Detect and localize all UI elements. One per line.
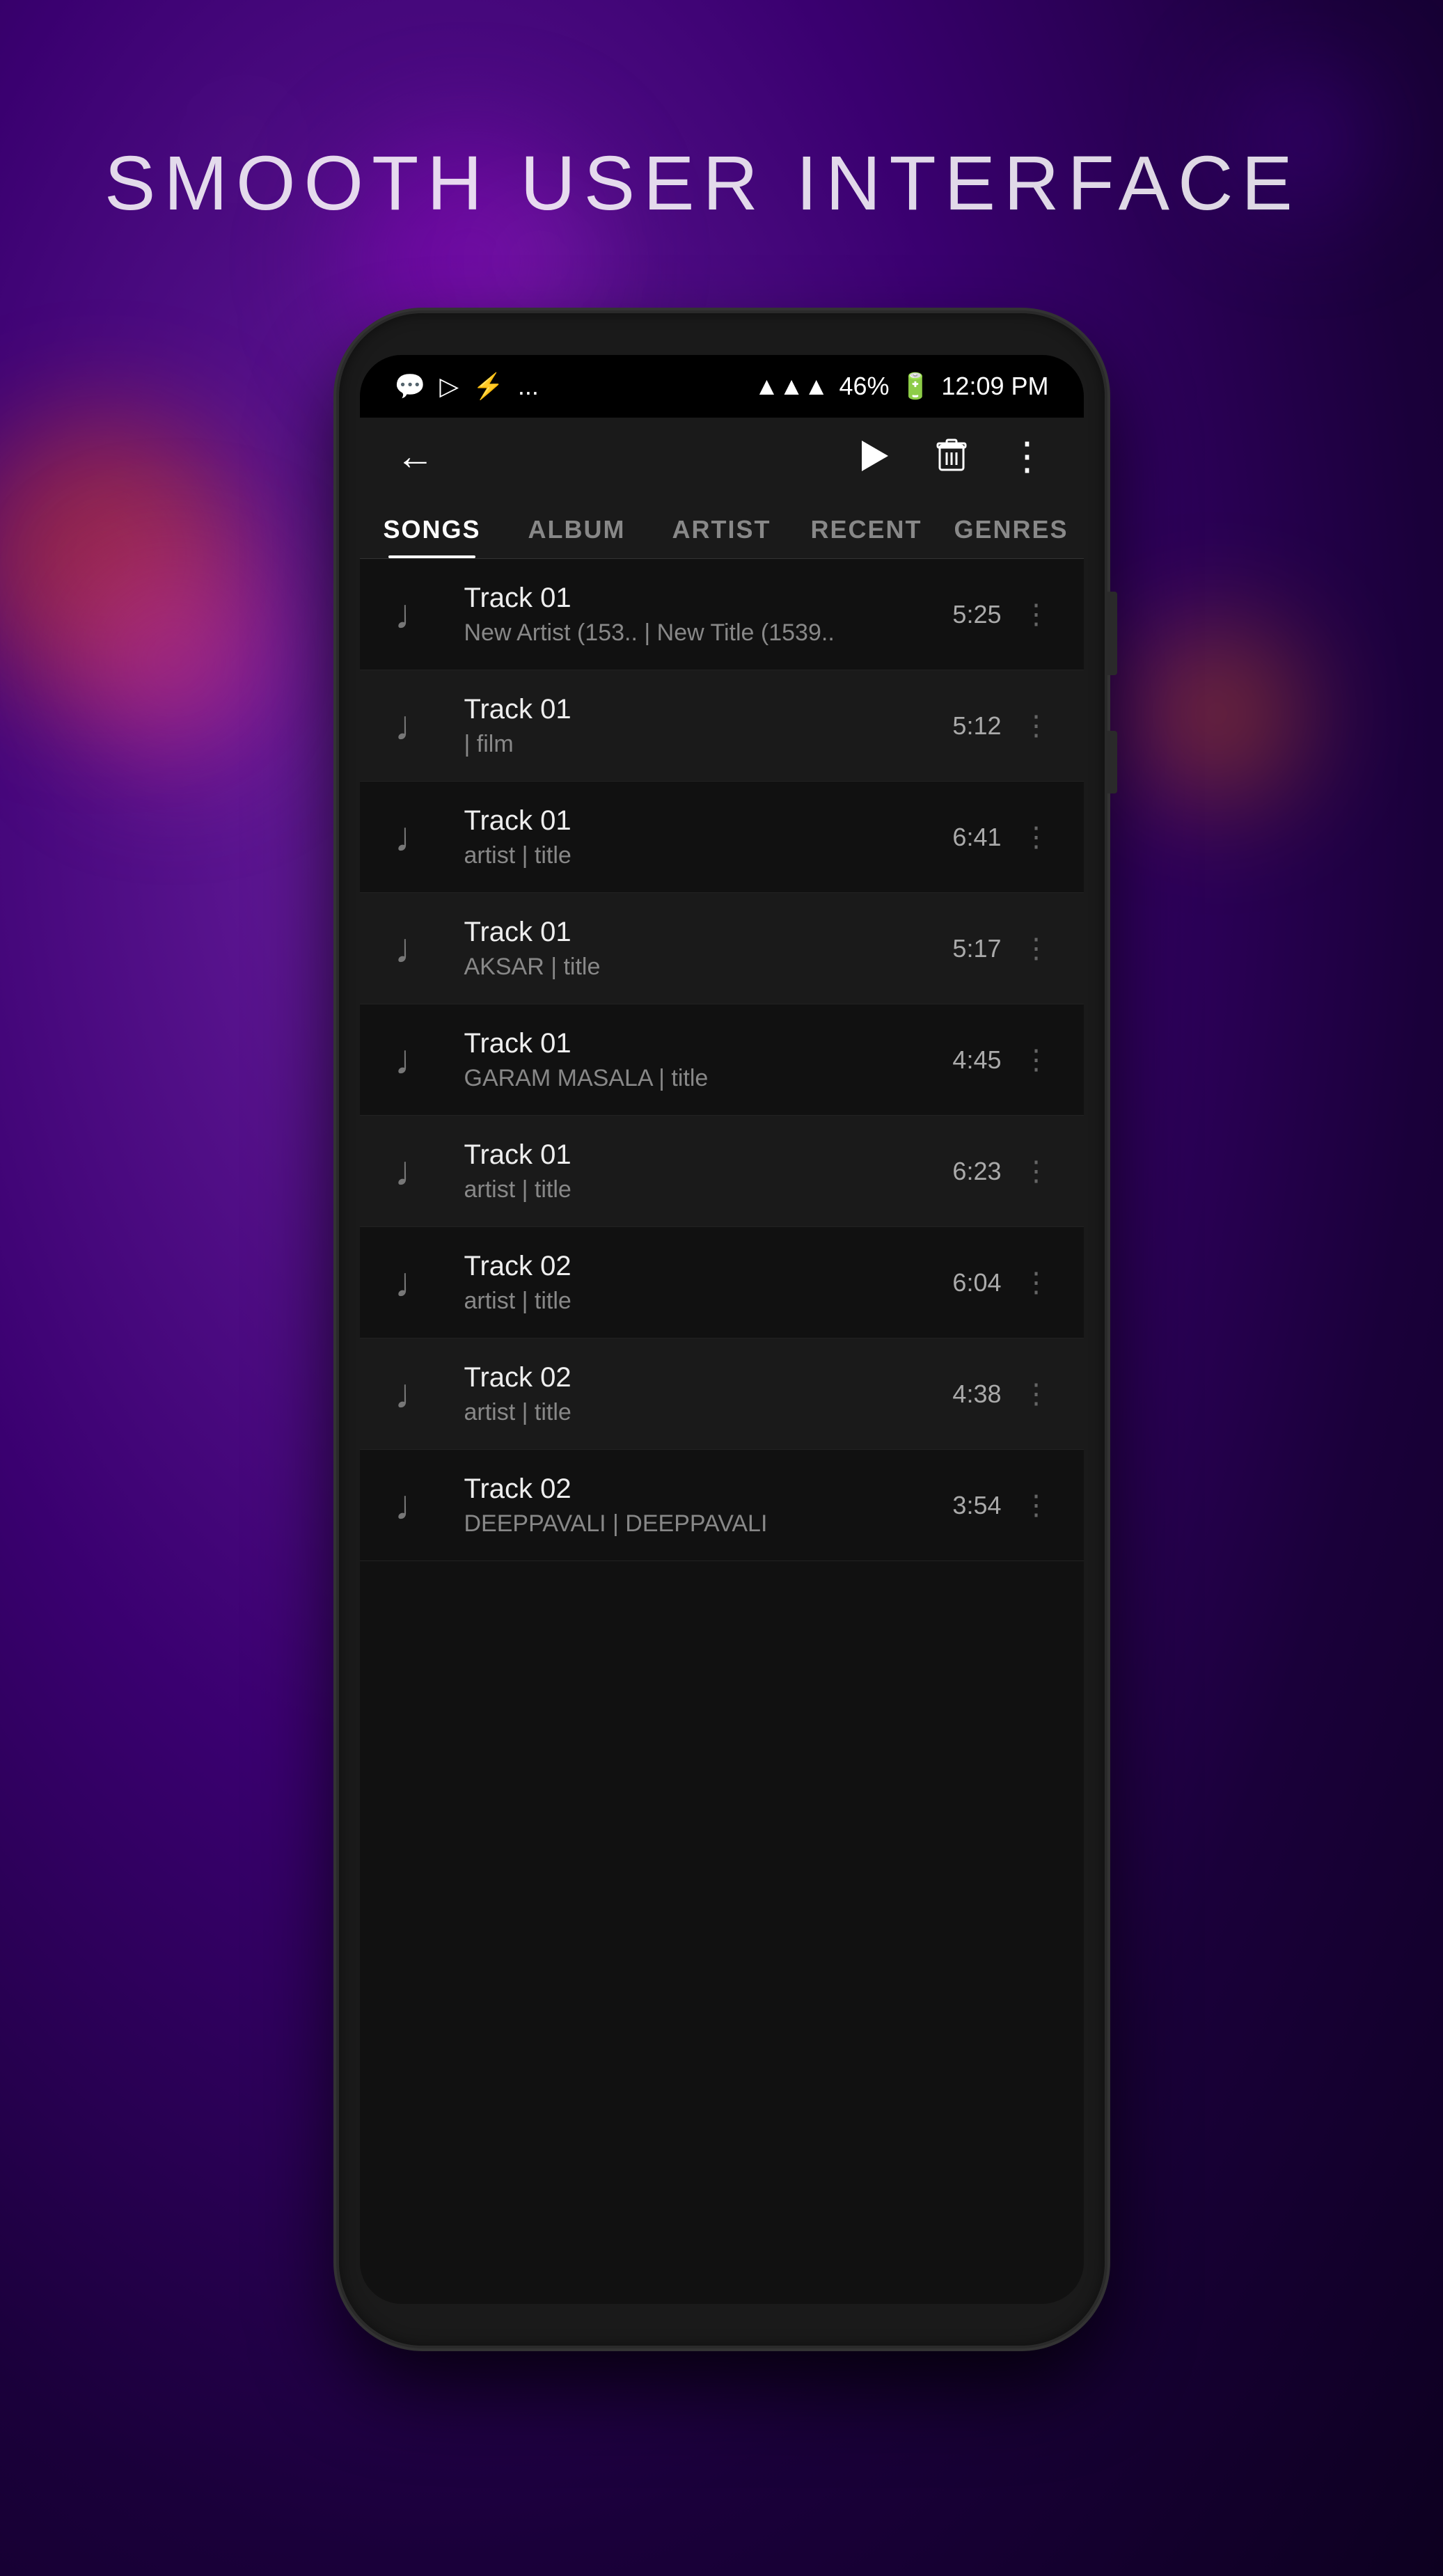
song-subtitle: artist | title (464, 1399, 953, 1426)
song-note-icon: ♩ (388, 698, 443, 754)
phone-mockup: 💬 ▷ ⚡ ... ▲▲▲ 46% 🔋 12:09 PM ← (304, 313, 1140, 2346)
song-item[interactable]: ♩ Track 01 artist | title 6:23 ⋮ (360, 1116, 1084, 1227)
song-more-button[interactable]: ⋮ (1016, 933, 1056, 965)
song-track: Track 01 (464, 917, 953, 948)
song-duration: 6:41 (952, 823, 1001, 852)
song-subtitle: artist | title (464, 1176, 953, 1203)
battery-percent: 46% (839, 372, 890, 401)
song-subtitle: artist | title (464, 1288, 953, 1315)
song-item[interactable]: ♩ Track 01 GARAM MASALA | title 4:45 ⋮ (360, 1004, 1084, 1116)
tab-songs[interactable]: SONGS (360, 494, 505, 558)
phone-body: 💬 ▷ ⚡ ... ▲▲▲ 46% 🔋 12:09 PM ← (339, 313, 1105, 2346)
song-note-icon: ♩ (388, 1366, 443, 1422)
bluetooth-icon: ⚡ (473, 372, 504, 401)
song-note-icon: ♩ (388, 1144, 443, 1199)
more-icon: ⋮ (1008, 434, 1048, 478)
status-icons-right: ▲▲▲ 46% 🔋 12:09 PM (755, 372, 1049, 401)
song-subtitle: | film (464, 731, 953, 758)
song-info: Track 01 New Artist (153.. | New Title (… (464, 583, 953, 647)
song-more-button[interactable]: ⋮ (1016, 1044, 1056, 1076)
song-info: Track 01 GARAM MASALA | title (464, 1028, 953, 1092)
tab-recent[interactable]: RECENT (794, 494, 939, 558)
volume-button[interactable] (1105, 592, 1117, 675)
song-note-icon: ♩ (388, 1478, 443, 1533)
back-button[interactable]: ← (388, 428, 443, 484)
song-info: Track 01 artist | title (464, 1139, 953, 1203)
song-duration: 6:04 (952, 1268, 1001, 1297)
tab-bar: SONGS ALBUM ARTIST RECENT GENRES (360, 494, 1084, 559)
song-item[interactable]: ♩ Track 01 New Artist (153.. | New Title… (360, 559, 1084, 670)
song-duration: 5:12 (952, 711, 1001, 741)
song-subtitle: DEEPPAVALI | DEEPPAVALI (464, 1510, 953, 1538)
song-note-icon: ♩ (388, 1255, 443, 1311)
song-more-button[interactable]: ⋮ (1016, 1490, 1056, 1522)
song-info: Track 02 DEEPPAVALI | DEEPPAVALI (464, 1473, 953, 1538)
song-track: Track 01 (464, 694, 953, 725)
time-display: 12:09 PM (941, 372, 1048, 401)
bg-blob-1 (0, 418, 244, 696)
play-icon (862, 441, 888, 471)
song-subtitle: New Artist (153.. | New Title (1539.. (464, 619, 953, 647)
song-item[interactable]: ♩ Track 02 DEEPPAVALI | DEEPPAVALI 3:54 … (360, 1450, 1084, 1561)
song-list: ♩ Track 01 New Artist (153.. | New Title… (360, 559, 1084, 1561)
song-note-icon: ♩ (388, 1032, 443, 1088)
play-button[interactable] (847, 428, 903, 484)
song-track: Track 02 (464, 1362, 953, 1393)
song-item[interactable]: ♩ Track 01 | film 5:12 ⋮ (360, 670, 1084, 782)
status-bar: 💬 ▷ ⚡ ... ▲▲▲ 46% 🔋 12:09 PM (360, 355, 1084, 418)
song-more-button[interactable]: ⋮ (1016, 599, 1056, 631)
song-duration: 4:45 (952, 1045, 1001, 1075)
battery-icon: 🔋 (900, 372, 931, 401)
song-info: Track 01 | film (464, 694, 953, 758)
song-more-button[interactable]: ⋮ (1016, 1267, 1056, 1299)
song-more-button[interactable]: ⋮ (1016, 821, 1056, 853)
song-duration: 6:23 (952, 1157, 1001, 1186)
song-subtitle: GARAM MASALA | title (464, 1065, 953, 1092)
song-track: Track 01 (464, 1028, 953, 1059)
song-track: Track 01 (464, 583, 953, 614)
status-icons-left: 💬 ▷ ⚡ ... (395, 372, 539, 401)
song-item[interactable]: ♩ Track 02 artist | title 6:04 ⋮ (360, 1227, 1084, 1338)
song-subtitle: artist | title (464, 842, 953, 869)
song-info: Track 02 artist | title (464, 1362, 953, 1426)
song-track: Track 02 (464, 1251, 953, 1282)
song-note-icon: ♩ (388, 809, 443, 865)
song-more-button[interactable]: ⋮ (1016, 710, 1056, 742)
song-duration: 5:17 (952, 934, 1001, 963)
song-duration: 5:25 (952, 600, 1001, 629)
bg-blob-2 (70, 557, 278, 766)
song-more-button[interactable]: ⋮ (1016, 1155, 1056, 1187)
tab-album[interactable]: ALBUM (505, 494, 649, 558)
signal-icon: ▲▲▲ (755, 372, 829, 401)
song-subtitle: AKSAR | title (464, 954, 953, 981)
song-info: Track 01 AKSAR | title (464, 917, 953, 981)
toolbar: ← ⋮ (360, 418, 1084, 494)
bg-blob-4 (1130, 626, 1304, 800)
song-track: Track 01 (464, 805, 953, 837)
song-track: Track 01 (464, 1139, 953, 1171)
page-title: SMOOTH USER INTERFACE (104, 139, 1301, 228)
tab-artist[interactable]: ARTIST (649, 494, 794, 558)
song-item[interactable]: ♩ Track 02 artist | title 4:38 ⋮ (360, 1338, 1084, 1450)
more-options-button[interactable]: ⋮ (1000, 428, 1056, 484)
phone-screen: 💬 ▷ ⚡ ... ▲▲▲ 46% 🔋 12:09 PM ← (360, 355, 1084, 2304)
more-icon: ... (518, 372, 539, 401)
whatsapp-icon: 💬 (395, 372, 426, 401)
delete-button[interactable] (924, 428, 979, 484)
power-button[interactable] (1105, 731, 1117, 793)
song-item[interactable]: ♩ Track 01 artist | title 6:41 ⋮ (360, 782, 1084, 893)
tab-genres[interactable]: GENRES (939, 494, 1084, 558)
song-more-button[interactable]: ⋮ (1016, 1378, 1056, 1410)
song-note-icon: ♩ (388, 921, 443, 977)
song-info: Track 01 artist | title (464, 805, 953, 869)
song-item[interactable]: ♩ Track 01 AKSAR | title 5:17 ⋮ (360, 893, 1084, 1004)
song-note-icon: ♩ (388, 587, 443, 642)
song-duration: 3:54 (952, 1491, 1001, 1520)
trash-icon (934, 438, 969, 473)
song-track: Track 02 (464, 1473, 953, 1505)
song-info: Track 02 artist | title (464, 1251, 953, 1315)
cast-icon: ▷ (439, 372, 459, 401)
song-duration: 4:38 (952, 1380, 1001, 1409)
